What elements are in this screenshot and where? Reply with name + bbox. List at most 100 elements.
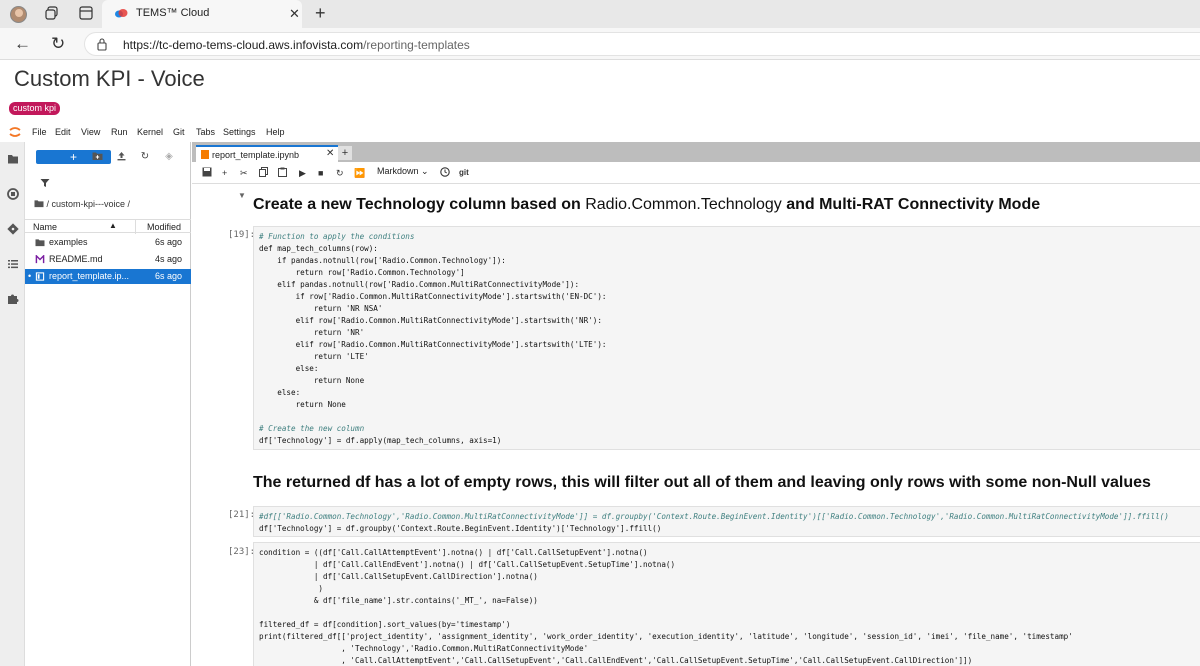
menu-git[interactable]: Git [173, 127, 185, 137]
file-name: report_template.ip... [49, 271, 130, 281]
new-tab-icon[interactable]: + [315, 3, 326, 24]
menu-view[interactable]: View [81, 127, 100, 137]
folder-icon[interactable] [34, 199, 44, 208]
git-label[interactable]: git [459, 167, 469, 179]
upload-icon[interactable] [115, 151, 127, 163]
menu-help[interactable]: Help [266, 127, 285, 137]
cell-type-dropdown[interactable]: Markdown ⌄ [377, 166, 429, 177]
url-field[interactable]: https://tc-demo-tems-cloud.aws.infovista… [84, 32, 1200, 56]
file-list-header: Name ▲ Modified [25, 219, 191, 234]
markdown-heading-2: The returned df has a lot of empty rows,… [253, 474, 1151, 491]
collections-icon[interactable] [44, 6, 60, 22]
code-line: return 'NR NSA' [259, 304, 383, 313]
new-folder-icon[interactable] [91, 151, 103, 163]
folder-icon[interactable] [7, 153, 19, 165]
file-name: examples [49, 237, 88, 247]
lock-icon[interactable] [97, 37, 107, 51]
vertical-tabs-icon[interactable] [78, 6, 94, 22]
page-title: Custom KPI - Voice [14, 66, 205, 91]
column-divider[interactable] [135, 220, 136, 234]
file-modified: 6s ago [154, 237, 182, 247]
browser-tab-bar: TEMS™ Cloud ✕ + [0, 0, 1200, 28]
code-cell-19[interactable]: # Function to apply the conditions def ma… [253, 226, 1200, 450]
table-of-contents-icon[interactable] [7, 258, 19, 270]
menu-settings[interactable]: Settings [223, 127, 256, 137]
code-line: return 'NR' [259, 328, 365, 337]
left-activity-bar [0, 142, 25, 666]
cell-prompt-21: [21]: [228, 510, 256, 520]
copy-icon[interactable] [259, 167, 268, 180]
browser-tab-tems[interactable]: TEMS™ Cloud ✕ [102, 0, 302, 28]
insert-cell-icon[interactable]: + [222, 167, 227, 179]
code-line: elif row['Radio.Common.MultiRatConnectiv… [259, 340, 607, 349]
add-tab-icon[interactable]: + [338, 146, 352, 160]
menu-tabs[interactable]: Tabs [196, 127, 215, 137]
code-line: # Function to apply the conditions [259, 232, 415, 241]
markdown-heading-1: Create a new Technology column based on … [253, 196, 1041, 213]
code-line: def map_tech_columns(row): [259, 244, 378, 253]
file-row-report-template[interactable]: • report_template.ip... 6s ago [25, 269, 191, 284]
cell-prompt-19: [19]: [228, 230, 256, 240]
clear-icon[interactable]: ◈ [163, 151, 175, 163]
run-icon[interactable]: ▶ [299, 167, 306, 179]
cut-icon[interactable]: ✂ [240, 167, 248, 179]
url-text: https://tc-demo-tems-cloud.aws.infovista… [123, 38, 470, 52]
menu-file[interactable]: File [32, 127, 47, 137]
breadcrumb: / custom-kpi---voice / [34, 199, 130, 209]
extensions-puzzle-icon[interactable] [7, 293, 19, 305]
code-cell-23[interactable]: condition = ((df['Call.CallAttemptEvent'… [253, 542, 1200, 666]
tems-cloud-icon [115, 9, 128, 18]
stop-icon[interactable]: ■ [318, 167, 323, 179]
profile-avatar[interactable] [10, 6, 27, 23]
code-line: | df['Call.CallEndEvent'].notna() | df['… [259, 560, 676, 569]
code-cell-21[interactable]: #df[['Radio.Common.Technology','Radio.Co… [253, 506, 1200, 537]
sort-caret-icon[interactable]: ▲ [109, 221, 117, 230]
collapse-caret-icon[interactable]: ▼ [238, 191, 246, 200]
tag-badge[interactable]: custom kpi [9, 102, 61, 115]
modified-column-header[interactable]: Modified [147, 222, 181, 232]
open-indicator-icon: • [28, 271, 32, 281]
code-line: return 'LTE' [259, 352, 369, 361]
code-line: else: [259, 388, 301, 397]
jupyter-logo-icon [9, 127, 21, 137]
menu-edit[interactable]: Edit [55, 127, 71, 137]
breadcrumb-path[interactable]: / custom-kpi---voice / [47, 199, 131, 209]
name-column-header[interactable]: Name [33, 222, 57, 232]
back-arrow-icon[interactable]: ← [14, 34, 31, 54]
close-tab-icon[interactable]: ✕ [326, 148, 334, 159]
filter-icon[interactable] [40, 178, 50, 191]
clock-icon[interactable] [440, 167, 450, 180]
code-line: print(filtered_df[['project_identity', '… [259, 632, 1073, 641]
file-name: README.md [49, 254, 103, 264]
notebook-tab-strip: report_template.ipynb ✕ + [192, 142, 1200, 162]
close-tab-icon[interactable]: ✕ [289, 6, 300, 22]
browser-tab-title: TEMS™ Cloud [136, 7, 210, 19]
menu-run[interactable]: Run [111, 127, 128, 137]
code-line: return row['Radio.Common.Technology'] [259, 268, 465, 277]
notebook-icon [201, 150, 209, 159]
code-line: condition = ((df['Call.CallAttemptEvent'… [259, 548, 648, 557]
code-line: if row['Radio.Common.MultiRatConnectivit… [259, 292, 607, 301]
menu-kernel[interactable]: Kernel [137, 127, 163, 137]
paste-icon[interactable] [278, 167, 287, 180]
address-bar: ← ↻ https://tc-demo-tems-cloud.aws.infov… [0, 28, 1200, 60]
restart-icon[interactable]: ↻ [336, 167, 344, 179]
save-icon[interactable] [202, 167, 212, 180]
code-line: if pandas.notnull(row['Radio.Common.Tech… [259, 256, 506, 265]
refresh-icon[interactable]: ↻ [51, 34, 65, 54]
notebook-tab-label: report_template.ipynb [212, 150, 300, 160]
refresh-files-icon[interactable]: ↻ [139, 151, 151, 163]
file-modified: 6s ago [154, 271, 182, 281]
file-row-examples[interactable]: examples 6s ago [25, 235, 191, 250]
git-icon[interactable] [7, 223, 19, 235]
restart-run-all-icon[interactable]: ⏩ [354, 167, 365, 179]
notebook-icon [35, 272, 45, 281]
running-kernels-icon[interactable] [7, 188, 19, 200]
notebook-content: ▼ Create a new Technology column based o… [192, 185, 1200, 666]
code-line: #df[['Radio.Common.Technology','Radio.Co… [259, 512, 1169, 521]
notebook-tab[interactable]: report_template.ipynb ✕ [196, 145, 338, 162]
notebook-toolbar: + ✂ ▶ ■ ↻ ⏩ Markdown ⌄ git [192, 162, 1200, 184]
file-row-readme[interactable]: README.md 4s ago [25, 252, 191, 267]
